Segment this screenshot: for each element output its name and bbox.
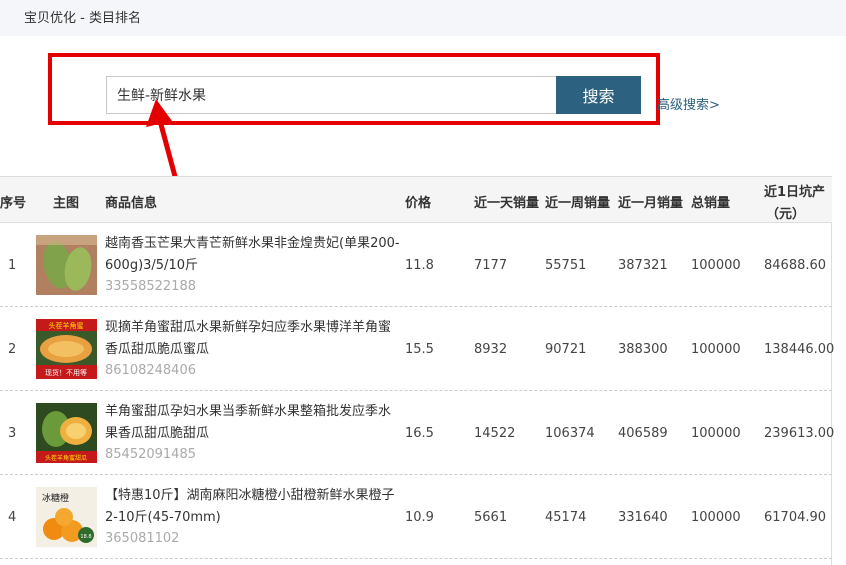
page-title: 宝贝优化 - 类目排名: [24, 11, 141, 26]
table-row[interactable]: 1 越南香玉芒果大青芒新鲜水果非金煌贵妃(单果200-600g)3/5/10斤 …: [0, 223, 832, 307]
row-index: 1: [8, 258, 17, 273]
product-thumbnail[interactable]: [36, 235, 97, 295]
search-button[interactable]: 搜索: [556, 76, 641, 114]
week-sales-cell: 55751: [545, 258, 587, 273]
table-row[interactable]: 2 头茬羊角蜜 现货！不用等 现摘羊角蜜甜瓜水果新鲜孕妇应季水果博洋羊角蜜香瓜甜…: [0, 307, 835, 391]
thumbnail-price: 18.8: [80, 534, 91, 540]
header-index: 序号: [0, 196, 27, 211]
product-name-link[interactable]: 羊角蜜甜瓜孕妇水果当季新鲜水果整箱批发应季水果香瓜甜瓜脆甜瓜: [105, 401, 400, 445]
week-sales-cell: 106374: [545, 426, 595, 441]
product-thumbnail[interactable]: 头茬羊角蜜甜瓜: [36, 403, 97, 463]
total-sales-cell: 100000: [691, 426, 741, 441]
header-day-revenue[interactable]: 近1日坑产: [764, 181, 825, 200]
total-sales-cell: 100000: [691, 510, 741, 525]
thumbnail-caption: 冰糖橙: [42, 492, 69, 504]
product-id: 86108248406: [105, 363, 196, 378]
day-sales-cell: 14522: [474, 426, 516, 441]
product-id: 85452091485: [105, 447, 196, 462]
table-header: 序号 主图 商品信息 价格 近一天销量 近一周销量 近一月销量 总销量 近1日坑…: [0, 177, 832, 223]
product-id: 33558522188: [105, 279, 196, 294]
product-name-link[interactable]: 越南香玉芒果大青芒新鲜水果非金煌贵妃(单果200-600g)3/5/10斤: [105, 233, 400, 277]
product-thumbnail[interactable]: 冰糖橙 18.8: [36, 487, 97, 547]
month-sales-cell: 406589: [618, 426, 668, 441]
price-cell: 10.9: [405, 510, 434, 525]
row-index: 3: [8, 426, 17, 441]
header-week-sales[interactable]: 近一周销量: [545, 192, 610, 211]
product-name-link[interactable]: 现摘羊角蜜甜瓜水果新鲜孕妇应季水果博洋羊角蜜香瓜甜瓜脆瓜蜜瓜: [105, 317, 400, 361]
total-sales-cell: 100000: [691, 258, 741, 273]
header-total-sales[interactable]: 总销量: [691, 192, 730, 211]
row-index: 4: [8, 510, 17, 525]
month-sales-cell: 388300: [618, 342, 668, 357]
product-thumbnail[interactable]: 头茬羊角蜜 现货！不用等: [36, 319, 97, 379]
advanced-search-link[interactable]: 高级搜索>: [657, 94, 720, 113]
day-revenue-cell: 61704.90: [764, 510, 827, 525]
total-sales-cell: 100000: [691, 342, 741, 357]
header-info: 商品信息: [105, 196, 158, 211]
day-sales-cell: 8932: [474, 342, 508, 357]
week-sales-cell: 45174: [545, 510, 587, 525]
header-month-sales[interactable]: 近一月销量: [618, 192, 683, 211]
day-sales-cell: 5661: [474, 510, 508, 525]
day-sales-cell: 7177: [474, 258, 508, 273]
thumbnail-caption: 现货！不用等: [45, 368, 87, 377]
month-sales-cell: 387321: [618, 258, 668, 273]
price-cell: 11.8: [405, 258, 434, 273]
product-table: 序号 主图 商品信息 价格 近一天销量 近一周销量 近一月销量 总销量 近1日坑…: [0, 176, 835, 565]
header-image: 主图: [53, 196, 80, 211]
header-day-sales[interactable]: 近一天销量: [474, 192, 539, 211]
day-revenue-cell: 138446.00: [764, 342, 835, 357]
day-revenue-cell: 84688.60: [764, 258, 827, 273]
week-sales-cell: 90721: [545, 342, 587, 357]
thumbnail-caption: 头茬羊角蜜: [49, 321, 84, 330]
day-revenue-cell: 239613.00: [764, 426, 835, 441]
table-row[interactable]: 4 冰糖橙 18.8 【特惠10斤】湖南麻阳冰糖橙小甜橙新鲜水果橙子2-10斤(…: [0, 475, 832, 559]
header-day-revenue-unit: （元）: [766, 207, 806, 222]
header-price: 价格: [405, 196, 432, 211]
price-cell: 15.5: [405, 342, 434, 357]
product-name-link[interactable]: 【特惠10斤】湖南麻阳冰糖橙小甜橙新鲜水果橙子2-10斤(45-70mm): [105, 485, 400, 529]
row-index: 2: [8, 342, 17, 357]
table-row[interactable]: 3 头茬羊角蜜甜瓜 羊角蜜甜瓜孕妇水果当季新鲜水果整箱批发应季水果香瓜甜瓜脆甜瓜…: [0, 391, 835, 475]
top-bar: 宝贝优化 - 类目排名: [0, 0, 846, 36]
thumbnail-caption: 头茬羊角蜜甜瓜: [45, 454, 87, 462]
product-id: 365081102: [105, 531, 180, 546]
month-sales-cell: 331640: [618, 510, 668, 525]
price-cell: 16.5: [405, 426, 434, 441]
